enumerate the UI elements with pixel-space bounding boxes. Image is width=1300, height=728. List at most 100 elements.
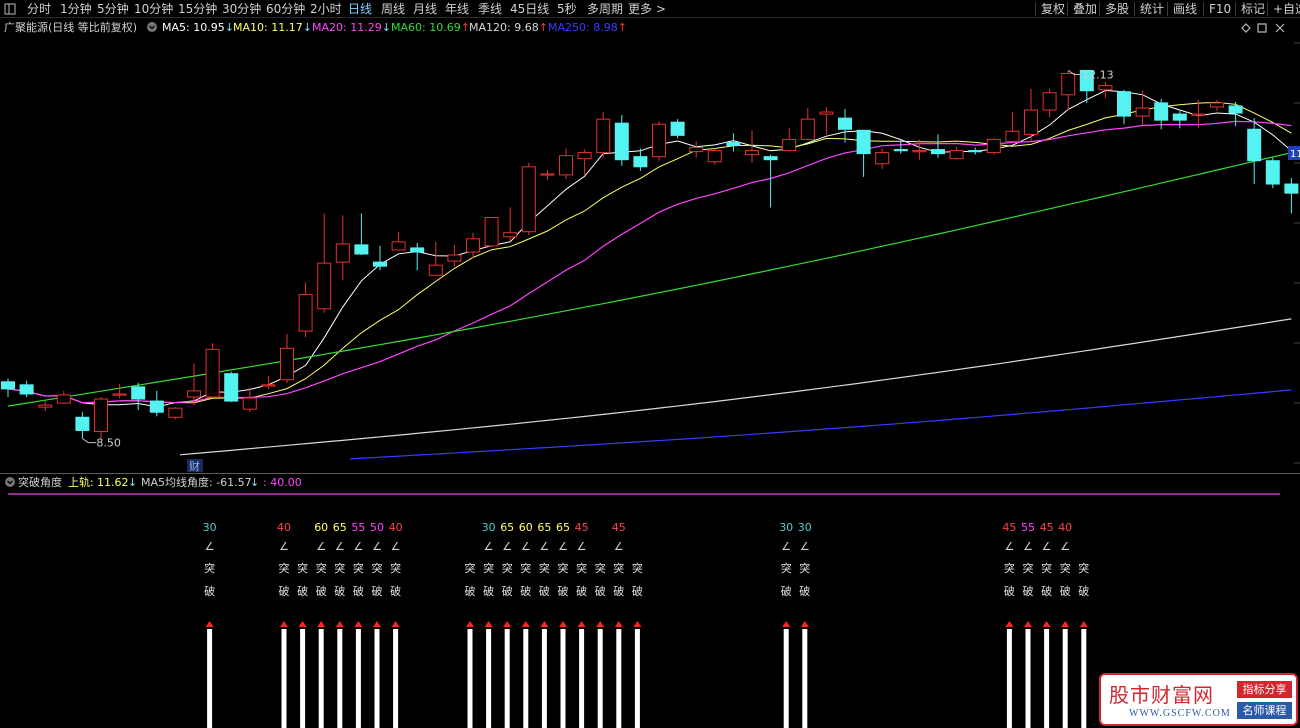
toolbar-period-13[interactable]: 45日线 [510,1,549,17]
toolbar-action-1[interactable]: 叠加 [1073,1,1097,17]
toolbar-period-5[interactable]: 30分钟 [222,1,261,17]
candle-up [1135,107,1150,117]
breakout-text-top: 突 [316,561,327,575]
candle-up [819,111,834,115]
candle-up [1005,130,1020,142]
candle-down [1284,183,1299,194]
toolbar-period-1[interactable]: 1分钟 [60,1,92,17]
candle-up [707,150,722,163]
diamond-icon[interactable] [1241,23,1251,33]
toolbar-period-15[interactable]: 多周期 [587,1,623,17]
toolbar-period-8[interactable]: 日线 [348,1,372,17]
angle-value-label: 55 [1021,521,1035,534]
close-icon[interactable] [1275,23,1285,33]
breakout-text-bottom: 破 [279,584,290,598]
candle-down [856,129,871,155]
ma-legend-label: MA10: 11.17 [233,21,303,34]
up-arrow-icon [205,621,214,627]
candle-up [689,147,704,153]
breakout-bar [207,629,213,728]
toolbar-period-11[interactable]: 年线 [445,1,469,17]
angle-value-label: 40 [1058,521,1072,534]
ma5-angle-arrow: ↓ [250,476,260,489]
breakout-text-top: 突 [465,561,476,575]
up-arrow-icon [466,621,474,627]
breakout-text-bottom: 破 [539,584,550,598]
up-arrow-icon [503,621,512,627]
ma-legend-label: MA60: 10.69 [391,21,461,34]
breakout-text-top: 突 [279,561,290,575]
angle-symbol: ∠ [205,540,215,553]
candle-up [205,348,220,398]
panel-toggle-icon[interactable] [4,1,18,17]
toolbar-action-7[interactable]: +自选 [1273,1,1300,17]
breakout-text-top: 突 [1060,561,1071,575]
toolbar-period-14[interactable]: 5秒 [557,1,577,17]
up-arrow-icon [391,621,400,627]
toolbar-action-3[interactable]: 统计 [1140,1,1164,17]
candle-up [540,173,555,176]
up-arrow-icon [1024,621,1032,627]
breakout-text-top: 突 [502,561,513,575]
toolbar-action-6[interactable]: 标记 [1241,1,1265,17]
breakout-bar [1006,629,1012,728]
up-arrow-icon [484,621,493,627]
upper-band-label: 上轨: [68,476,94,489]
toolbar-period-16[interactable]: 更多 > [628,1,666,17]
angle-value-label: 45 [612,521,626,534]
maximize-icon[interactable] [1257,23,1267,33]
candle-down [410,247,425,253]
up-arrow-icon [614,621,623,627]
candle-down [131,386,146,400]
toolbar-period-10[interactable]: 月线 [413,1,437,17]
toolbar-period-3[interactable]: 10分钟 [134,1,173,17]
candle-up [782,138,797,152]
candle-up [298,294,313,332]
angle-symbol: ∠ [521,540,531,553]
breakout-bar [355,629,361,728]
financial-event-marker[interactable]: 财 [189,459,200,473]
up-arrow-icon [596,621,605,627]
breakout-text-top: 突 [799,561,810,575]
angle-symbol: ∠ [502,540,512,553]
breakout-text-bottom: 破 [372,584,383,598]
toolbar-action-4[interactable]: 画线 [1173,1,1197,17]
breakout-bar [281,629,287,728]
candle-up [1210,102,1224,108]
ma5-line [7,89,1292,408]
toolbar-separator [1203,2,1204,16]
high-price-label: 12.13 [1082,68,1114,81]
up-arrow-icon [335,621,344,627]
toolbar-period-0[interactable]: 分时 [27,1,51,17]
ma-legend-2: MA20: 11.29↓ [312,20,391,36]
ma-legend-5: MA250: 8.98↑ [548,20,627,36]
toolbar-action-2[interactable]: 多股 [1105,1,1129,17]
candle-up [559,155,573,176]
angle-symbol: ∠ [781,540,791,553]
candle-up [800,118,815,140]
toolbar-period-12[interactable]: 季线 [478,1,502,17]
up-arrow-icon [1042,621,1051,627]
toolbar-period-9[interactable]: 周线 [381,1,405,17]
ma-legend-label: MA5: 10.95 [162,21,225,34]
angle-value-label: 30 [203,521,217,534]
panel-divider [0,473,1300,474]
candle-down [1172,113,1187,121]
toolbar-action-5[interactable]: F10 [1209,1,1231,17]
toolbar-period-6[interactable]: 60分钟 [266,1,305,17]
toolbar-action-0[interactable]: 复权 [1041,1,1065,17]
window-control-icons [1241,23,1285,33]
ma20-line [7,120,1292,404]
angle-symbol: ∠ [279,540,289,553]
candle-down [614,122,629,161]
angle-symbol: ∠ [1004,540,1014,553]
breakout-text-bottom: 破 [465,584,476,598]
ma-legend-4: MA120: 9.68↑ [469,20,548,36]
angle-value-label: 40 [389,521,403,534]
toolbar-period-7[interactable]: 2小时 [310,1,342,17]
toolbar-period-2[interactable]: 5分钟 [97,1,129,17]
window-controls [1238,21,1292,35]
toolbar-period-4[interactable]: 15分钟 [178,1,217,17]
angle-value-label: 30 [482,521,496,534]
candle-down [354,244,369,255]
